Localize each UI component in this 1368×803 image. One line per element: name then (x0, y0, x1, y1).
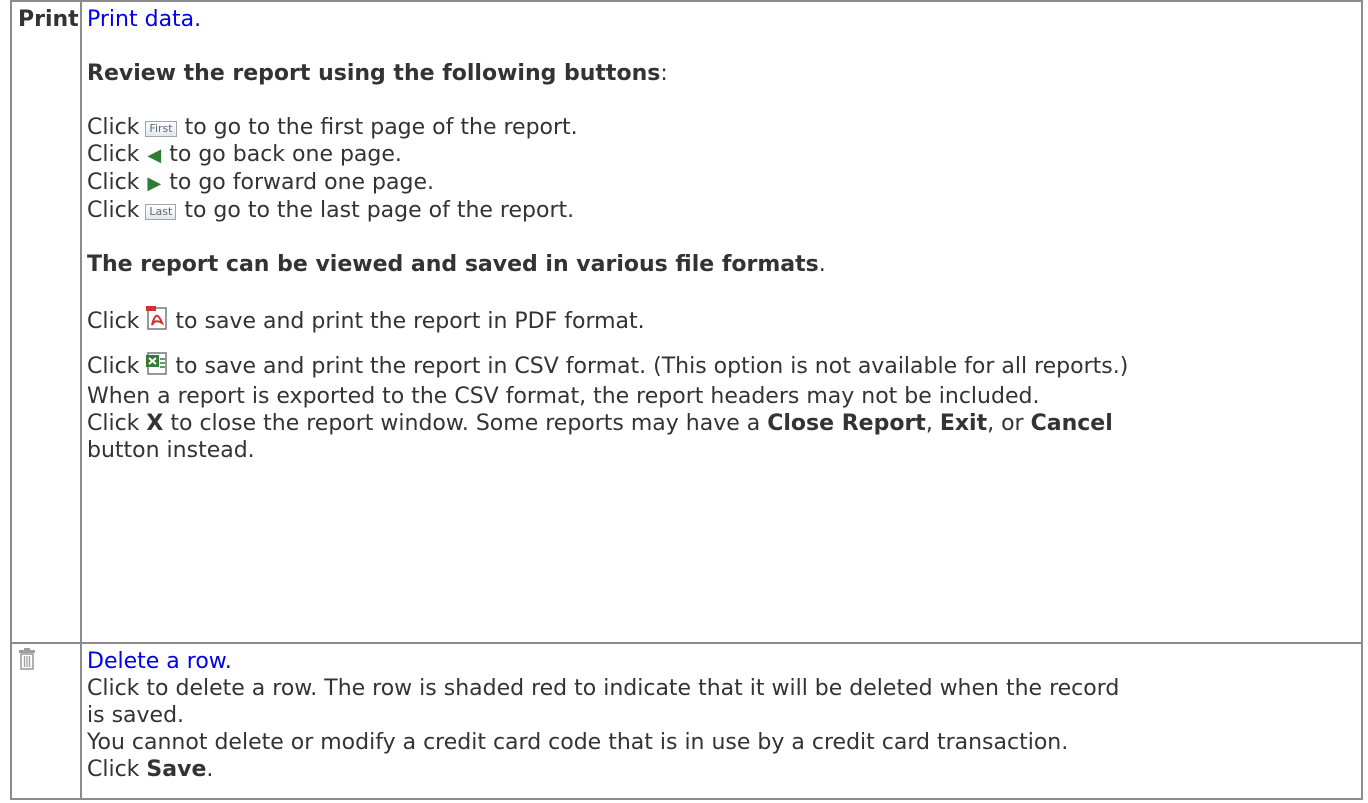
pdf-icon[interactable] (145, 305, 169, 338)
close-report-label: Close Report (767, 411, 926, 436)
print-row: Print Print data. Review the report usin… (10, 0, 1363, 644)
print-description-cell: Print data. Review the report using the … (80, 0, 1363, 644)
help-table: Print Print data. Review the report usin… (10, 0, 1363, 800)
delete-line-2: is saved. (87, 703, 185, 728)
print-label: Print (18, 7, 79, 32)
save-line: Click Save. (87, 757, 214, 782)
delete-row-link[interactable]: Delete a row. (87, 649, 232, 674)
delete-description-cell: Delete a row. Click to delete a row. The… (80, 642, 1363, 800)
forward-page-line: Click ▶ to go forward one page. (87, 170, 434, 195)
print-key-cell: Print (10, 0, 82, 644)
formats-heading: The report can be viewed and saved in va… (87, 252, 819, 277)
excel-icon[interactable] (145, 350, 169, 383)
csv-note: When a report is exported to the CSV for… (87, 384, 1040, 409)
exit-label: Exit (939, 411, 988, 436)
first-page-line: Click First to go to the first page of the… (87, 115, 578, 140)
last-page-line: Click Last to go to the last page of the r… (87, 198, 575, 223)
delete-key-cell (10, 642, 82, 800)
pdf-line: Click to save and print the report in PDF… (87, 305, 1361, 338)
review-heading-line: Review the report using the following bu… (87, 61, 668, 86)
last-page-button[interactable]: Last (145, 204, 177, 220)
back-page-line: Click ◀ to go back one page. (87, 142, 402, 167)
first-page-button[interactable]: First (145, 121, 177, 137)
delete-line-1: Click to delete a row. The row is shaded… (87, 676, 1120, 701)
csv-line: Click to save and print the report in CSV… (87, 350, 1361, 383)
delete-row: Delete a row. Click to delete a row. The… (10, 642, 1363, 800)
arrow-left-icon[interactable]: ◀ (147, 145, 161, 166)
arrow-right-icon[interactable]: ▶ (147, 173, 161, 194)
cancel-label: Cancel (1030, 411, 1113, 436)
trash-icon[interactable] (18, 648, 36, 676)
save-label: Save (146, 757, 207, 782)
close-line: Click X to close the report window. Some… (87, 411, 1113, 436)
close-line-end: button instead. (87, 438, 255, 463)
review-heading: Review the report using the following bu… (87, 61, 661, 86)
print-data-link[interactable]: Print data. (87, 7, 201, 32)
delete-line-3: You cannot delete or modify a credit car… (87, 730, 1069, 755)
formats-heading-line: The report can be viewed and saved in va… (87, 252, 826, 277)
close-x-label: X (146, 411, 164, 436)
